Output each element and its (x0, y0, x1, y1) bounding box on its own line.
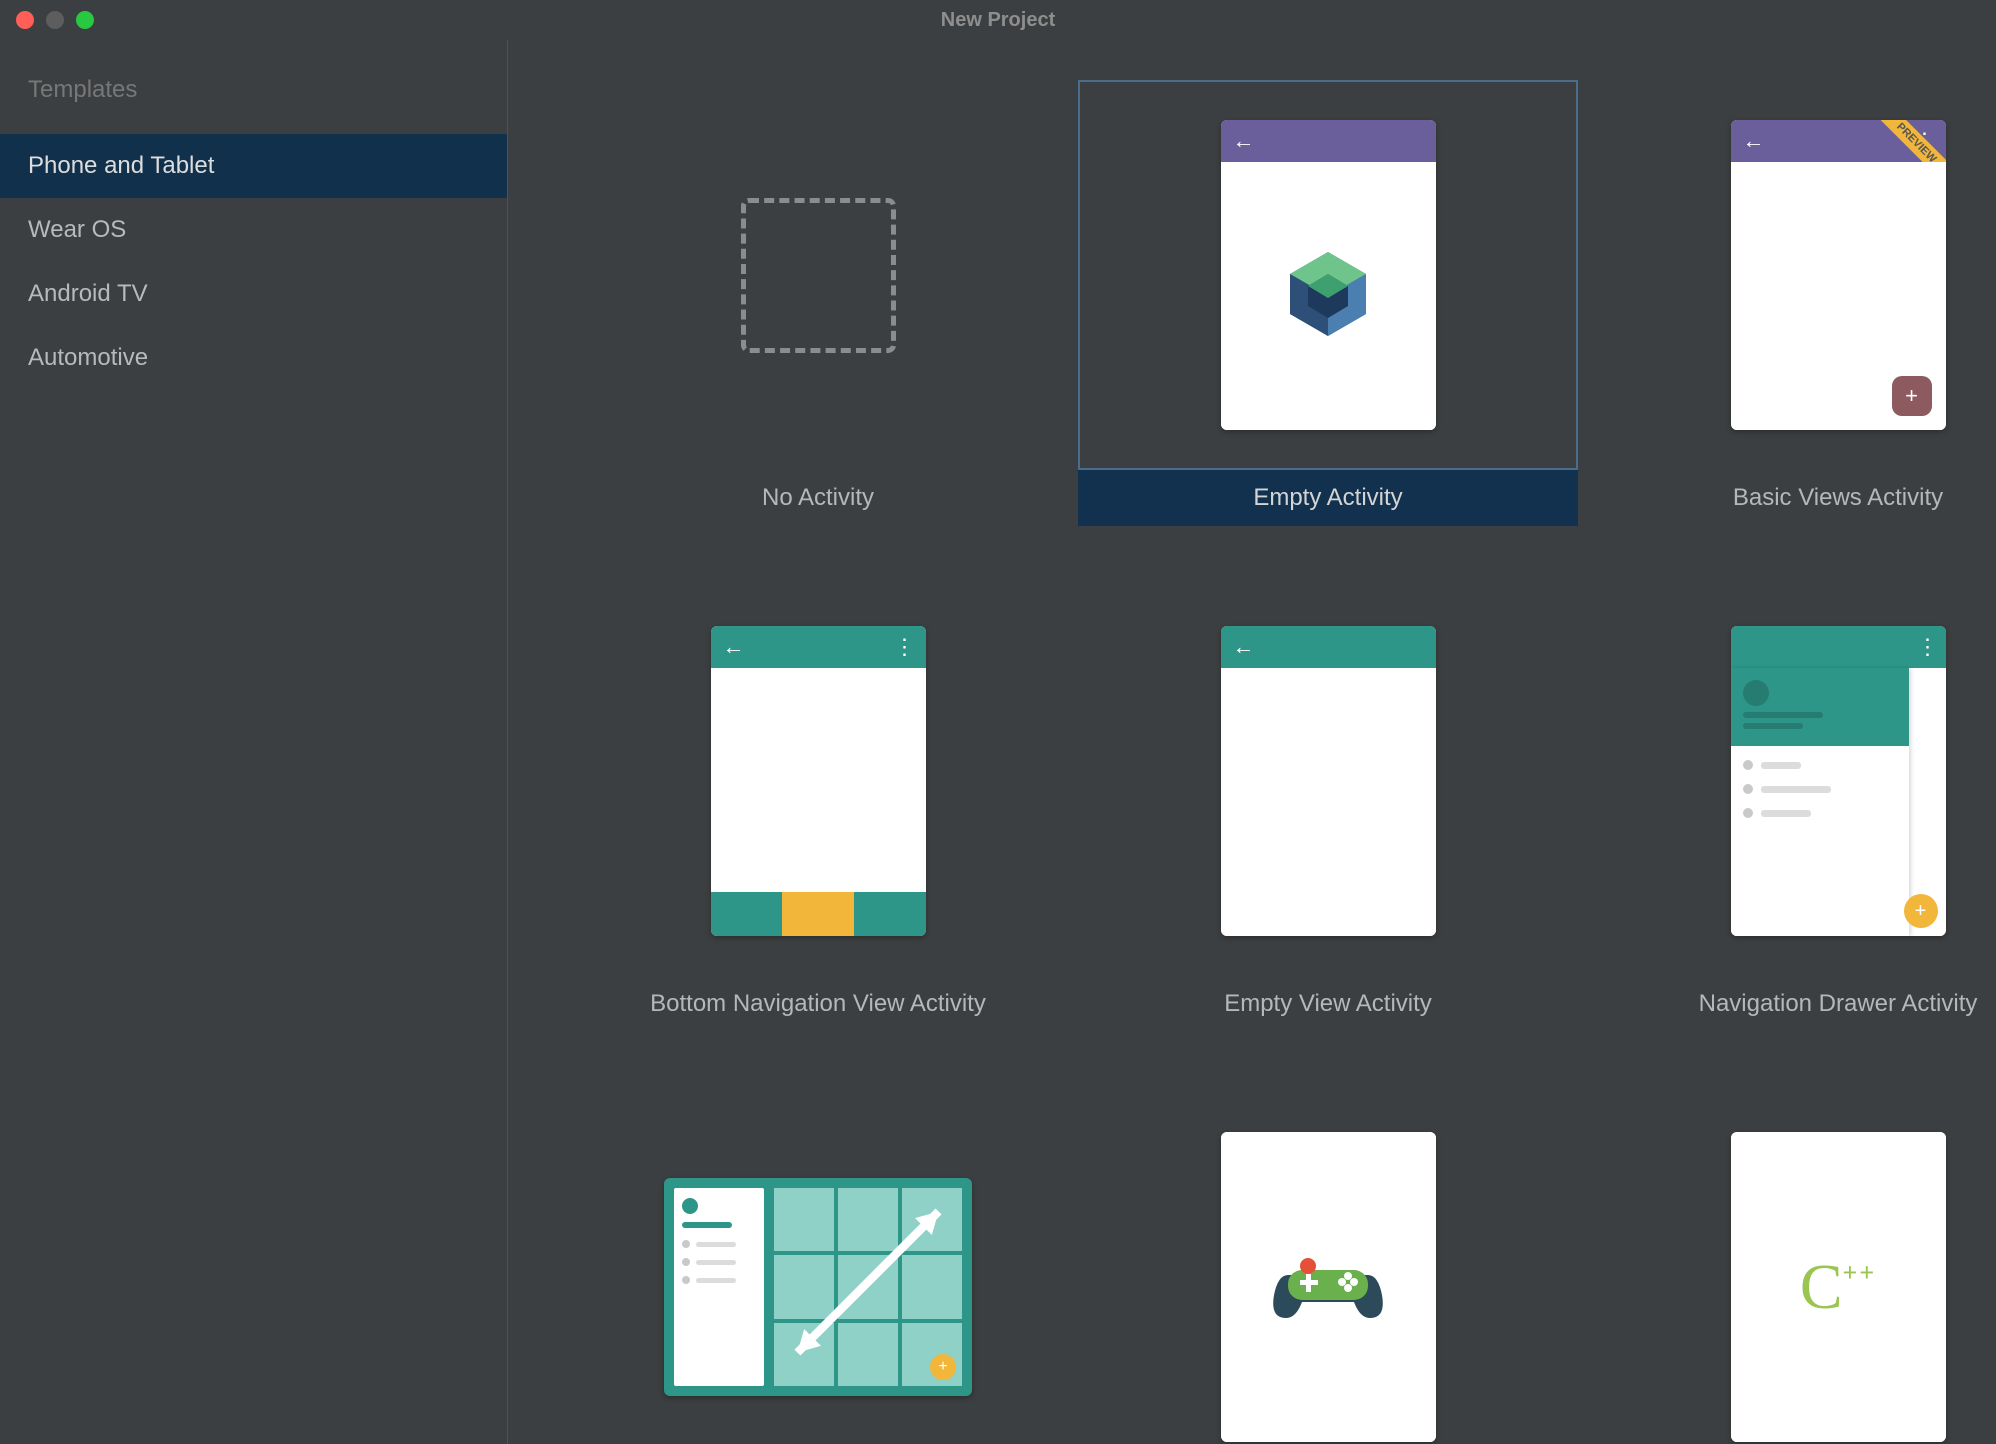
phone-mock: ⋮ (1731, 626, 1946, 936)
close-icon[interactable] (16, 11, 34, 29)
fab-plus-icon: + (1904, 894, 1938, 928)
list-item (1743, 760, 1897, 770)
appbar: ← (1221, 626, 1436, 668)
avatar-icon (682, 1198, 698, 1214)
maximize-icon[interactable] (76, 11, 94, 29)
bottom-nav (711, 892, 926, 936)
phone-mock: ← (1221, 626, 1436, 936)
fab-plus-icon: + (930, 1354, 956, 1380)
tablet-grid: + (774, 1188, 962, 1386)
template-label: No Activity (568, 470, 1068, 526)
titlebar: New Project (0, 0, 1996, 40)
sidebar-item-label: Wear OS (28, 216, 126, 243)
cpp-icon: C++ (1800, 1250, 1876, 1324)
tablet-sidebar (674, 1188, 764, 1386)
compose-logo-icon (1278, 244, 1378, 349)
back-arrow-icon: ← (1743, 128, 1765, 154)
back-arrow-icon: ← (1233, 634, 1255, 660)
phone-mock: C++ (1731, 1132, 1946, 1442)
empty-placeholder-icon (741, 198, 896, 353)
template-preview (568, 80, 1068, 470)
template-preview: ← (1078, 80, 1578, 470)
bottom-nav-active-tab (782, 892, 854, 936)
phone-mock: ← ⋮ PREVIEW + (1731, 120, 1946, 430)
fab-plus-icon: + (1892, 376, 1932, 416)
sidebar-heading: Templates (0, 76, 507, 134)
avatar-icon (1743, 680, 1769, 706)
phone-mock: ← ⋮ (711, 626, 926, 936)
sidebar-item-android-tv[interactable]: Android TV (0, 262, 507, 326)
template-card-no-activity[interactable]: No Activity (568, 80, 1068, 526)
list-item (682, 1240, 756, 1248)
minimize-icon[interactable] (46, 11, 64, 29)
template-preview: + (568, 1092, 1068, 1444)
appbar: ← ⋮ (711, 626, 926, 668)
sidebar-item-wear-os[interactable]: Wear OS (0, 198, 507, 262)
nav-drawer (1731, 668, 1909, 936)
list-item (682, 1258, 756, 1266)
template-label: Navigation Drawer Activity (1588, 976, 1996, 1032)
template-card-navigation-drawer[interactable]: ⋮ (1588, 586, 1996, 1032)
window-title: New Project (941, 9, 1055, 32)
appbar: ⋮ (1731, 626, 1946, 668)
template-label: Bottom Navigation View Activity (568, 976, 1068, 1032)
template-preview: ⋮ (1588, 586, 1996, 976)
phone-mock (1221, 1132, 1436, 1442)
sidebar-item-phone-tablet[interactable]: Phone and Tablet (0, 134, 507, 198)
sidebar: Templates Phone and Tablet Wear OS Andro… (0, 40, 508, 1444)
game-controller-icon (1268, 1240, 1388, 1335)
sidebar-item-label: Automotive (28, 344, 148, 371)
template-card-basic-views[interactable]: ← ⋮ PREVIEW + Basic Views Activity (1588, 80, 1996, 526)
template-preview: ← ⋮ (568, 586, 1068, 976)
template-preview: ← (1078, 586, 1578, 976)
overflow-menu-icon: ⋮ (894, 634, 914, 660)
sidebar-item-automotive[interactable]: Automotive (0, 326, 507, 390)
template-label: Empty View Activity (1078, 976, 1578, 1032)
appbar: ← (1221, 120, 1436, 162)
list-item (1743, 808, 1897, 818)
template-preview (1078, 1092, 1578, 1444)
tablet-mock: + (664, 1178, 972, 1396)
template-card-empty-activity[interactable]: ← (1078, 80, 1578, 526)
sidebar-item-label: Android TV (28, 280, 148, 307)
window-controls (16, 11, 94, 29)
sidebar-item-label: Phone and Tablet (28, 152, 214, 179)
template-card-bottom-navigation[interactable]: ← ⋮ Bottom Navigation View Activity (568, 586, 1068, 1032)
template-card-empty-view[interactable]: ← Empty View Activity (1078, 586, 1578, 1032)
back-arrow-icon: ← (1233, 128, 1255, 154)
list-item (682, 1276, 756, 1284)
back-arrow-icon: ← (723, 634, 745, 660)
template-card-game-activity[interactable]: Game Activity (C++) (1078, 1092, 1578, 1444)
template-label: Empty Activity (1078, 470, 1578, 526)
list-item (1743, 784, 1897, 794)
template-card-responsive[interactable]: + Responsive Activity (568, 1092, 1068, 1444)
template-preview: ← ⋮ PREVIEW + (1588, 80, 1996, 470)
overflow-menu-icon: ⋮ (1917, 634, 1937, 660)
template-label: Basic Views Activity (1588, 470, 1996, 526)
phone-mock: ← (1221, 120, 1436, 430)
template-preview: C++ (1588, 1092, 1996, 1444)
template-gallery: No Activity ← (508, 40, 1996, 1444)
template-card-native-cpp[interactable]: C++ Native C++ (1588, 1092, 1996, 1444)
